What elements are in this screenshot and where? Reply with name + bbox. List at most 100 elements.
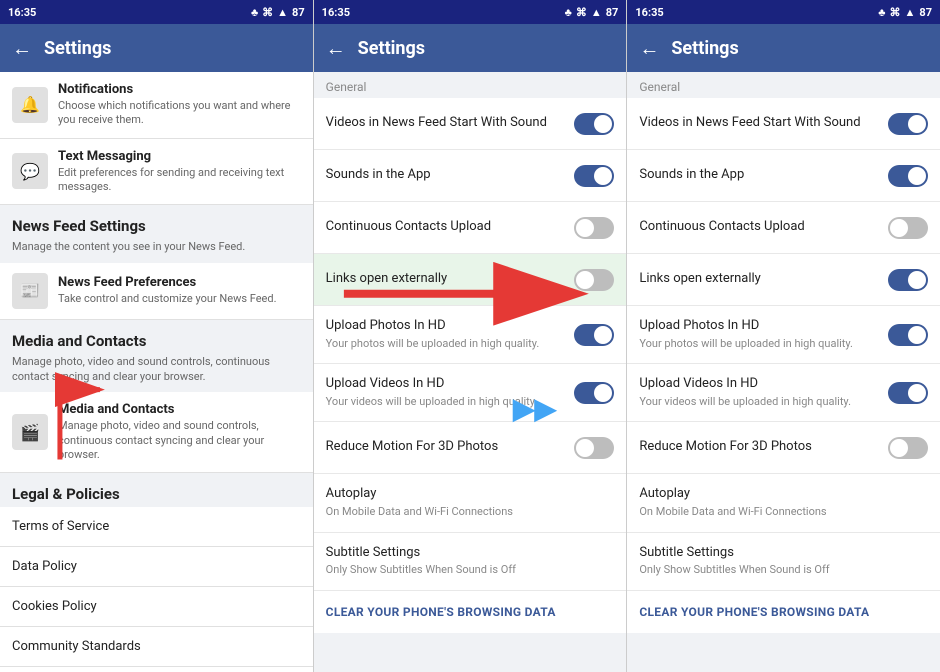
reduce-motion-toggle-2[interactable] (574, 437, 614, 459)
setting-row-sounds-3[interactable]: Sounds in the App (627, 150, 940, 202)
videos-hd-toggle-3[interactable] (888, 382, 928, 404)
back-button-2[interactable]: ← (326, 36, 346, 61)
clear-browsing-data-2[interactable]: CLEAR YOUR PHONE'S BROWSING DATA (314, 591, 627, 633)
media-section-desc: Manage photo, video and sound controls, … (0, 354, 313, 393)
cookies-policy-item[interactable]: Cookies Policy (0, 587, 313, 627)
content-1: 🔔 Notifications Choose which notificatio… (0, 72, 313, 672)
setting-row-videos[interactable]: Videos in News Feed Start With Sound (314, 98, 627, 150)
signal-icon-3: ▲ (905, 6, 916, 19)
list-item[interactable]: 💬 Text Messaging Edit preferences for se… (0, 139, 313, 206)
news-feed-prefs-text: News Feed Preferences Take control and c… (58, 275, 301, 306)
setting-row-links-3[interactable]: Links open externally (627, 254, 940, 306)
news-feed-section-title: News Feed Settings (0, 205, 313, 239)
battery-icon-1: 87 (292, 6, 305, 19)
setting-row-contacts-3[interactable]: Continuous Contacts Upload (627, 202, 940, 254)
list-item[interactable]: 📰 News Feed Preferences Take control and… (0, 263, 313, 320)
photos-hd-toggle-3[interactable] (888, 324, 928, 346)
setting-row-contacts[interactable]: Continuous Contacts Upload (314, 202, 627, 254)
setting-row-autoplay[interactable]: Autoplay On Mobile Data and Wi-Fi Connec… (314, 474, 627, 532)
text-messaging-icon: 💬 (12, 153, 48, 189)
general-label-3: General (627, 72, 940, 98)
setting-row-autoplay-3[interactable]: Autoplay On Mobile Data and Wi-Fi Connec… (627, 474, 940, 532)
bluetooth-icon-1: ♣ (251, 6, 258, 19)
setting-row-links[interactable]: Links open externally (314, 254, 627, 306)
notifications-title: Notifications (58, 82, 301, 97)
subtitles-title-2: Subtitle Settings (326, 545, 615, 562)
setting-row-videos-hd-3[interactable]: Upload Videos In HD Your videos will be … (627, 364, 940, 422)
text-messaging-text: Text Messaging Edit preferences for send… (58, 149, 301, 195)
setting-row-subtitles[interactable]: Subtitle Settings Only Show Subtitles Wh… (314, 533, 627, 591)
content-3: General Videos in News Feed Start With S… (627, 72, 940, 672)
photos-hd-toggle-2[interactable] (574, 324, 614, 346)
back-button-1[interactable]: ← (12, 36, 32, 61)
setting-row-reduce-motion[interactable]: Reduce Motion For 3D Photos (314, 422, 627, 474)
media-contacts-text: Media and Contacts Manage photo, video a… (58, 402, 301, 462)
header-title-1: Settings (44, 38, 111, 59)
notifications-text: Notifications Choose which notifications… (58, 82, 301, 128)
autoplay-desc-2: On Mobile Data and Wi-Fi Connections (326, 505, 615, 519)
videos-hd-desc-3: Your videos will be uploaded in high qua… (639, 395, 880, 409)
data-policy-item[interactable]: Data Policy (0, 547, 313, 587)
clear-browsing-data-3[interactable]: CLEAR YOUR PHONE'S BROWSING DATA (627, 591, 940, 633)
setting-row-sounds[interactable]: Sounds in the App (314, 150, 627, 202)
links-external-toggle-2[interactable] (574, 269, 614, 291)
community-standards-item[interactable]: Community Standards (0, 627, 313, 667)
reduce-motion-title-3: Reduce Motion For 3D Photos (639, 439, 880, 456)
back-button-3[interactable]: ← (639, 36, 659, 61)
status-left-2: 16:35 (322, 6, 350, 19)
signal-icon-2: ▲ (591, 6, 602, 19)
wifi-icon-3: ⌘ (890, 6, 901, 19)
videos-newsfeed-title-3: Videos in News Feed Start With Sound (639, 115, 880, 132)
header-3: ← Settings (627, 24, 940, 72)
status-bar-3: 16:35 ♣ ⌘ ▲ 87 (627, 0, 940, 24)
header-title-2: Settings (358, 38, 425, 59)
general-label-2: General (314, 72, 627, 98)
sounds-app-toggle-3[interactable] (888, 165, 928, 187)
bluetooth-icon-2: ♣ (565, 6, 572, 19)
status-bar-1: 16:35 ♣ ⌘ ▲ 87 (0, 0, 313, 24)
media-contacts-desc: Manage photo, video and sound controls, … (58, 419, 301, 462)
sounds-app-title-2: Sounds in the App (326, 167, 567, 184)
contacts-upload-title-3: Continuous Contacts Upload (639, 219, 880, 236)
setting-row-videos-hd[interactable]: Upload Videos In HD Your videos will be … (314, 364, 627, 422)
news-feed-prefs-desc: Take control and customize your News Fee… (58, 292, 301, 306)
setting-row-photos-hd[interactable]: Upload Photos In HD Your photos will be … (314, 306, 627, 364)
links-external-toggle-3[interactable] (888, 269, 928, 291)
videos-newsfeed-toggle-3[interactable] (888, 113, 928, 135)
photos-hd-desc-2: Your photos will be uploaded in high qua… (326, 337, 567, 351)
news-feed-prefs-icon: 📰 (12, 273, 48, 309)
videos-newsfeed-toggle-2[interactable] (574, 113, 614, 135)
contacts-upload-title-2: Continuous Contacts Upload (326, 219, 567, 236)
bluetooth-icon-3: ♣ (878, 6, 885, 19)
time-1: 16:35 (8, 6, 36, 19)
videos-hd-title-3: Upload Videos In HD (639, 376, 880, 393)
contacts-upload-toggle-2[interactable] (574, 217, 614, 239)
contacts-upload-toggle-3[interactable] (888, 217, 928, 239)
list-item[interactable]: 🔔 Notifications Choose which notificatio… (0, 72, 313, 139)
legal-section-title: Legal & Policies (0, 473, 313, 507)
about-item[interactable]: About (0, 667, 313, 672)
autoplay-title-2: Autoplay (326, 486, 615, 503)
media-contacts-item[interactable]: 🎬 Media and Contacts Manage photo, video… (0, 392, 313, 473)
setting-row-videos-3[interactable]: Videos in News Feed Start With Sound (627, 98, 940, 150)
setting-row-photos-hd-3[interactable]: Upload Photos In HD Your photos will be … (627, 306, 940, 364)
terms-of-service-item[interactable]: Terms of Service (0, 507, 313, 547)
videos-hd-toggle-2[interactable] (574, 382, 614, 404)
setting-row-reduce-motion-3[interactable]: Reduce Motion For 3D Photos (627, 422, 940, 474)
videos-hd-title-2: Upload Videos In HD (326, 376, 567, 393)
photos-hd-title-2: Upload Photos In HD (326, 318, 567, 335)
photos-hd-title-3: Upload Photos In HD (639, 318, 880, 335)
setting-row-subtitles-3[interactable]: Subtitle Settings Only Show Subtitles Wh… (627, 533, 940, 591)
reduce-motion-toggle-3[interactable] (888, 437, 928, 459)
status-right-1: ♣ ⌘ ▲ 87 (251, 6, 305, 19)
subtitles-desc-3: Only Show Subtitles When Sound is Off (639, 563, 928, 577)
wifi-icon-2: ⌘ (576, 6, 587, 19)
photos-hd-desc-3: Your photos will be uploaded in high qua… (639, 337, 880, 351)
battery-icon-3: 87 (919, 6, 932, 19)
reduce-motion-title-2: Reduce Motion For 3D Photos (326, 439, 567, 456)
sounds-app-toggle-2[interactable] (574, 165, 614, 187)
panel-2: 16:35 ♣ ⌘ ▲ 87 ← Settings General Videos… (314, 0, 628, 672)
subtitles-title-3: Subtitle Settings (639, 545, 928, 562)
text-messaging-title: Text Messaging (58, 149, 301, 164)
autoplay-desc-3: On Mobile Data and Wi-Fi Connections (639, 505, 928, 519)
